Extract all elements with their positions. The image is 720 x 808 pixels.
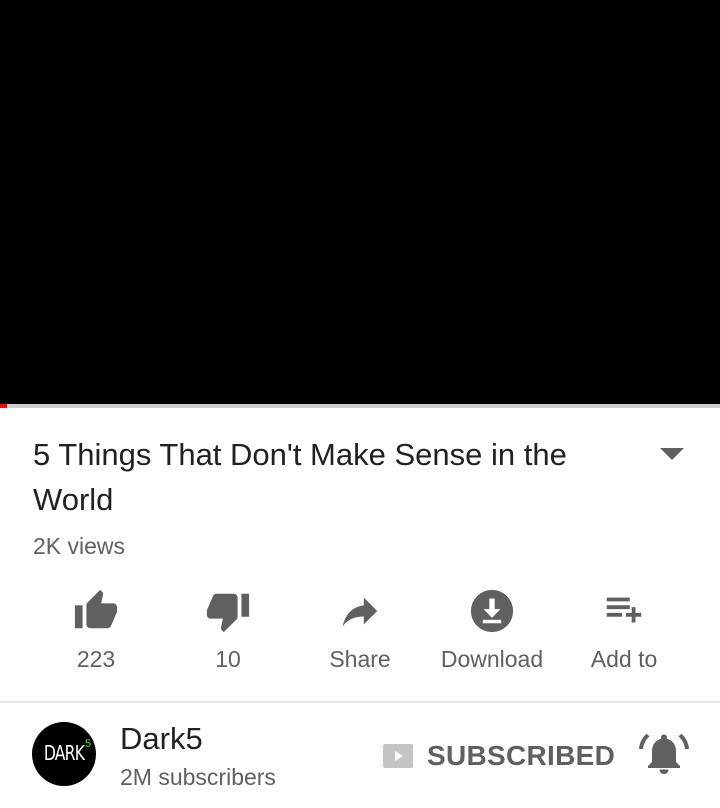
view-count: 2K views — [33, 533, 126, 559]
like-count: 223 — [76, 646, 116, 672]
share-icon — [342, 597, 378, 627]
thumbs-up-icon — [74, 589, 118, 629]
channel-logo-text: DARK — [43, 741, 85, 765]
progress-fill — [0, 404, 8, 408]
channel-name[interactable]: Dark5 — [120, 721, 203, 757]
like-button[interactable]: 223 — [30, 583, 162, 683]
dislike-button[interactable]: 10 — [162, 583, 294, 683]
progress-bar[interactable] — [0, 404, 720, 408]
add-to-button[interactable]: Add to — [558, 583, 690, 683]
video-player[interactable] — [0, 0, 720, 404]
thumbs-down-icon — [206, 593, 250, 633]
download-icon — [470, 589, 514, 633]
channel-avatar[interactable]: DARK 5 — [32, 722, 96, 786]
expand-description-icon[interactable] — [652, 440, 692, 470]
dislike-count: 10 — [215, 646, 241, 672]
add-to-label: Add to — [590, 646, 658, 672]
divider — [0, 701, 720, 703]
add-to-playlist-icon — [606, 597, 642, 623]
download-button[interactable]: Download — [426, 583, 558, 683]
share-button[interactable]: Share — [294, 583, 426, 683]
notification-bell-icon[interactable] — [638, 730, 690, 776]
video-title: 5 Things That Don't Make Sense in the Wo… — [33, 437, 567, 517]
channel-logo-superscript: 5 — [85, 738, 92, 750]
subscriber-count: 2M subscribers — [120, 764, 276, 790]
download-label: Download — [440, 646, 544, 672]
action-bar: 223 10 Share Download Add to — [30, 583, 690, 683]
youtube-play-icon — [383, 744, 413, 768]
subscribed-button[interactable]: SUBSCRIBED — [427, 740, 615, 772]
share-label: Share — [329, 646, 391, 672]
